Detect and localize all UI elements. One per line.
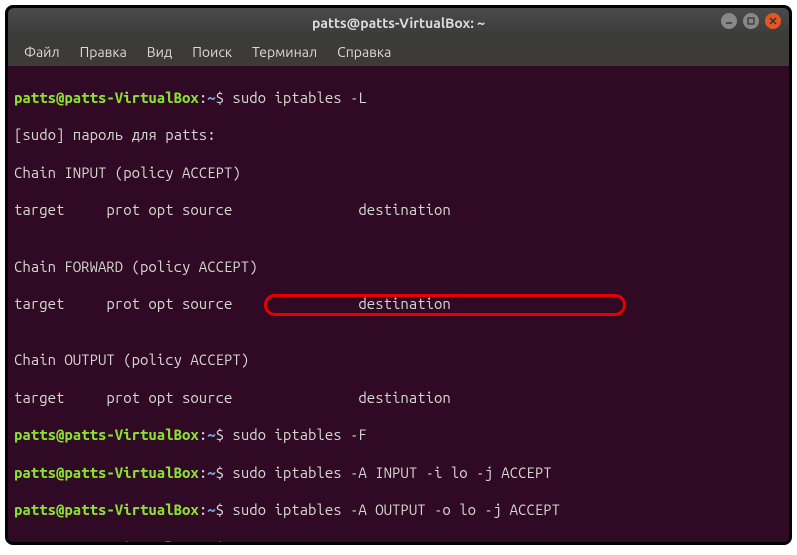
menu-view[interactable]: Вид: [139, 40, 180, 64]
prompt-colon: :: [199, 464, 207, 481]
terminal-line: patts@patts-VirtualBox:~$: [14, 539, 783, 545]
prompt-user: patts@patts-VirtualBox: [14, 426, 199, 443]
prompt-colon: :: [199, 501, 207, 518]
prompt-user: patts@patts-VirtualBox: [14, 501, 199, 518]
prompt-dollar: $: [216, 426, 224, 443]
prompt-path: ~: [207, 464, 215, 481]
prompt-colon: :: [199, 89, 207, 106]
prompt-path: ~: [207, 426, 215, 443]
terminal-line: Chain FORWARD (policy ACCEPT): [14, 258, 783, 277]
prompt-dollar: $: [216, 539, 224, 545]
window-controls: [721, 13, 781, 29]
titlebar: patts@patts-VirtualBox: ~: [8, 8, 789, 38]
terminal-line: Chain INPUT (policy ACCEPT): [14, 164, 783, 183]
window-title: patts@patts-VirtualBox: ~: [312, 15, 485, 31]
menu-file[interactable]: Файл: [16, 40, 68, 64]
terminal-line: target prot opt source destination: [14, 201, 783, 220]
menu-search[interactable]: Поиск: [184, 40, 240, 64]
terminal-line: patts@patts-VirtualBox:~$ sudo iptables …: [14, 501, 783, 520]
prompt-path: ~: [207, 501, 215, 518]
prompt-dollar: $: [216, 501, 224, 518]
prompt-path: ~: [207, 89, 215, 106]
menubar: Файл Правка Вид Поиск Терминал Справка: [8, 38, 789, 66]
command-text: sudo iptables -L: [224, 89, 367, 106]
prompt-colon: :: [199, 539, 207, 545]
prompt-dollar: $: [216, 464, 224, 481]
terminal-line: target prot opt source destination: [14, 295, 783, 314]
prompt-colon: :: [199, 426, 207, 443]
terminal-line: patts@patts-VirtualBox:~$ sudo iptables …: [14, 89, 783, 108]
menu-terminal[interactable]: Терминал: [244, 40, 325, 64]
prompt-dollar: $: [216, 89, 224, 106]
terminal-line: target prot opt source destination: [14, 389, 783, 408]
prompt-user: patts@patts-VirtualBox: [14, 539, 199, 545]
prompt-path: ~: [207, 539, 215, 545]
minimize-button[interactable]: [721, 13, 737, 29]
command-text: sudo iptables -F: [224, 426, 367, 443]
menu-edit[interactable]: Правка: [72, 40, 135, 64]
command-text: sudo iptables -A OUTPUT -o lo -j ACCEPT: [224, 501, 560, 518]
close-button[interactable]: [765, 13, 781, 29]
prompt-user: patts@patts-VirtualBox: [14, 464, 199, 481]
prompt-user: patts@patts-VirtualBox: [14, 89, 199, 106]
command-text: [224, 539, 232, 545]
terminal-line: [sudo] пароль для patts:: [14, 126, 783, 145]
terminal-line: patts@patts-VirtualBox:~$ sudo iptables …: [14, 426, 783, 445]
terminal-line: patts@patts-VirtualBox:~$ sudo iptables …: [14, 464, 783, 483]
maximize-button[interactable]: [743, 13, 759, 29]
menu-help[interactable]: Справка: [329, 40, 399, 64]
command-text: sudo iptables -A INPUT -i lo -j ACCEPT: [224, 464, 552, 481]
terminal-window: patts@patts-VirtualBox: ~ Файл Правка Ви…: [5, 5, 792, 545]
terminal-body[interactable]: patts@patts-VirtualBox:~$ sudo iptables …: [8, 66, 789, 542]
terminal-line: Chain OUTPUT (policy ACCEPT): [14, 351, 783, 370]
